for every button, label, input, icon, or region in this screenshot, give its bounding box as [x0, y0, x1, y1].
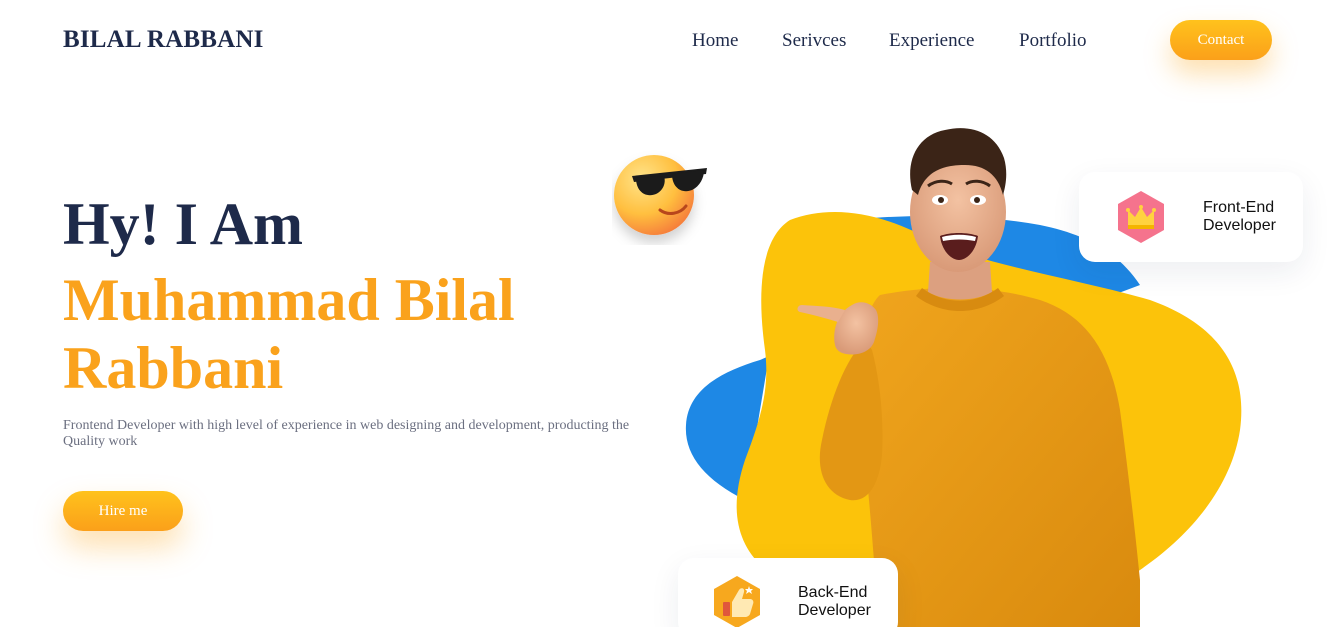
hire-me-button[interactable]: Hire me	[63, 491, 183, 531]
crown-icon	[1118, 191, 1164, 243]
page: BILAL RABBANI Home Serivces Experience P…	[0, 0, 1338, 627]
brand-logo[interactable]: BILAL RABBANI	[63, 26, 264, 54]
back-end-card: Back-End Developer	[678, 558, 898, 627]
contact-button[interactable]: Contact	[1170, 20, 1272, 60]
hero-name: Muhammad Bilal Rabbani	[63, 267, 515, 401]
hero-description: Frontend Developer with high level of ex…	[63, 418, 630, 449]
hero-greeting: Hy! I Am	[63, 191, 303, 257]
front-end-label: Front-End Developer	[1203, 199, 1276, 234]
thumbs-up-icon	[714, 576, 760, 627]
sunglasses-emoji-icon	[614, 155, 707, 235]
nav-home[interactable]: Home	[692, 30, 738, 52]
front-end-card: Front-End Developer	[1079, 172, 1303, 262]
nav-experience[interactable]: Experience	[889, 30, 974, 52]
nav-services[interactable]: Serivces	[782, 30, 846, 52]
nav-portfolio[interactable]: Portfolio	[1019, 30, 1087, 52]
back-end-label: Back-End Developer	[798, 584, 871, 619]
